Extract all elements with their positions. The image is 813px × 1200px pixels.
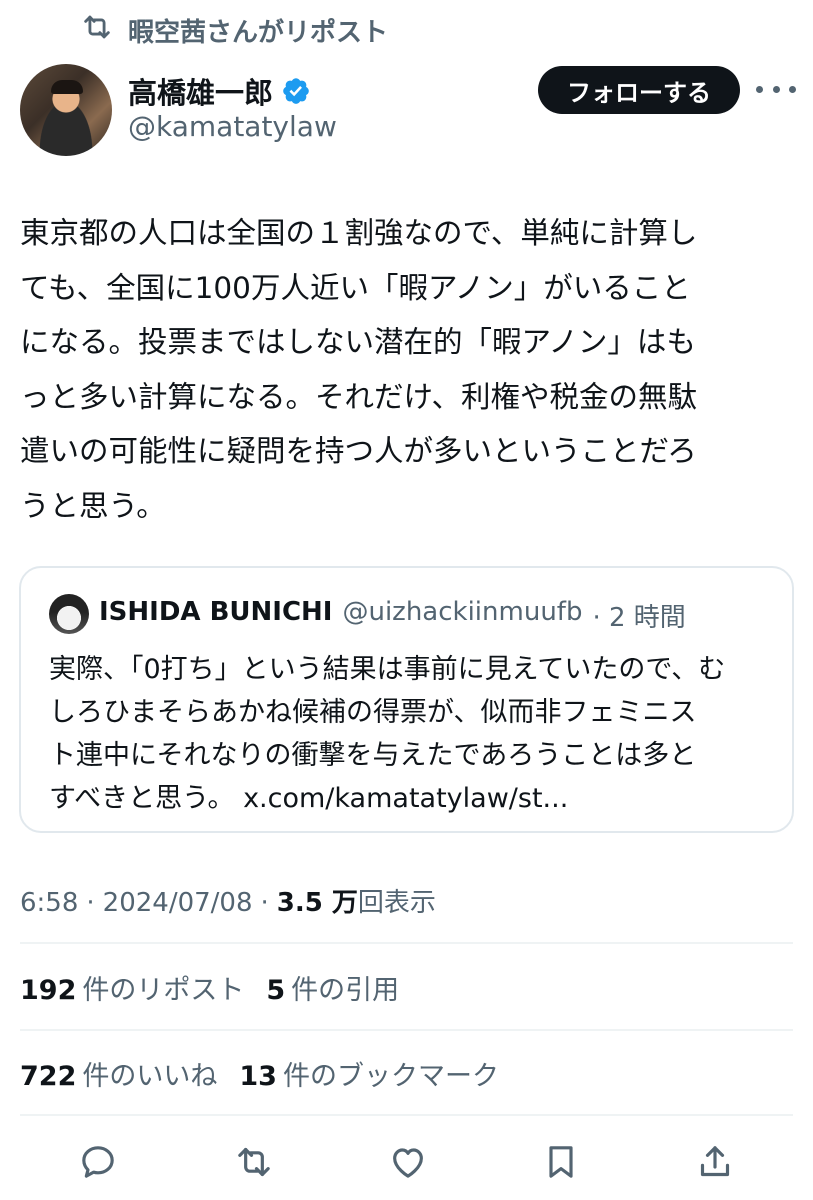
reposts-stat[interactable]: 192 件のリポスト: [20, 968, 244, 1007]
tweet-line: になる。投票まではしない潜在的「暇アノン」はも: [20, 325, 696, 359]
tweet-line: っと多い計算になる。それだけ、利権や税金の無駄: [20, 379, 698, 414]
stats-row-reposts: 192 件のリポスト 5 件の引用: [20, 968, 399, 1007]
views-count: 3.5 万: [276, 888, 358, 918]
tweet-line: うと思う。: [20, 488, 166, 523]
quoted-tweet-card[interactable]: ISHIDA BUNICHI @uizhackiinmuufb · 2 時間 実…: [19, 566, 794, 833]
more-horizontal-icon: [756, 85, 763, 93]
tweet-time[interactable]: 6:58: [20, 888, 78, 918]
author-handle[interactable]: @kamatatylaw: [128, 110, 337, 143]
quoted-tweet-text: 実際、「0打ち」という結果は事前に見えていたので、む しろひまそらあかね候補の得…: [49, 648, 779, 820]
repost-icon: [238, 1147, 270, 1177]
bookmarks-stat[interactable]: 13 件のブックマーク: [239, 1054, 499, 1093]
quoted-author-name: ISHIDA BUNICHI: [99, 597, 333, 627]
tweet-meta: 6:58 · 2024/07/08 · 3.5 万回表示: [20, 888, 436, 918]
quotes-stat[interactable]: 5 件の引用: [266, 968, 399, 1007]
like-button[interactable]: [382, 1136, 434, 1188]
repost-icon: [80, 10, 114, 51]
tweet-line: 遣いの可能性に疑問を持つ人が多いということだろ: [20, 434, 697, 468]
more-options-button[interactable]: [756, 74, 796, 104]
bookmark-icon: [549, 1146, 573, 1178]
views-label: 回表示: [357, 888, 436, 918]
quoted-author-avatar: [49, 594, 89, 634]
quoted-line: 実際、「0打ち」という結果は事前に見えていたので、む: [49, 654, 726, 685]
author-avatar[interactable]: [20, 64, 112, 156]
quoted-line: ト連中にそれなりの衝撃を与えたであろうことは多と: [49, 740, 697, 771]
tweet-line: ても、全国に100万人近い「暇アノン」がいること: [20, 270, 691, 305]
tweet-text: 東京都の人口は全国の１割強なので、単純に計算し ても、全国に100万人近い「暇ア…: [20, 206, 800, 533]
tweet-line: 東京都の人口は全国の１割強なので、単純に計算し: [20, 216, 698, 250]
repost-button[interactable]: [228, 1136, 280, 1188]
quoted-line: しろひまそらあかね候補の得票が、似而非フェミニス: [49, 697, 697, 728]
reply-button[interactable]: [72, 1136, 124, 1188]
stats-row-likes: 722 件のいいね 13 件のブックマーク: [20, 1054, 499, 1093]
divider: [20, 1029, 793, 1031]
quoted-line: すべきと思う。 x.com/kamatatylaw/st...: [49, 783, 569, 814]
repost-context[interactable]: 暇空茜さんがリポスト: [80, 12, 388, 48]
quoted-author-handle: @uizhackiinmuufb: [342, 597, 583, 627]
action-bar: [0, 1136, 813, 1188]
tweet-date[interactable]: 2024/07/08: [103, 888, 253, 918]
like-icon: [393, 1148, 423, 1178]
divider: [20, 1114, 793, 1116]
follow-button[interactable]: フォローする: [538, 66, 740, 114]
quoted-time: · 2 時間: [592, 603, 686, 633]
likes-stat[interactable]: 722 件のいいね: [20, 1054, 217, 1093]
divider: [20, 942, 793, 944]
repost-context-text: 暇空茜さんがリポスト: [128, 17, 389, 48]
share-icon: [700, 1146, 730, 1177]
bookmark-button[interactable]: [535, 1136, 587, 1188]
verified-badge-icon: [281, 76, 311, 106]
author-name[interactable]: 高橋雄一郎: [128, 70, 273, 112]
share-button[interactable]: [689, 1136, 741, 1188]
reply-icon: [82, 1146, 114, 1178]
